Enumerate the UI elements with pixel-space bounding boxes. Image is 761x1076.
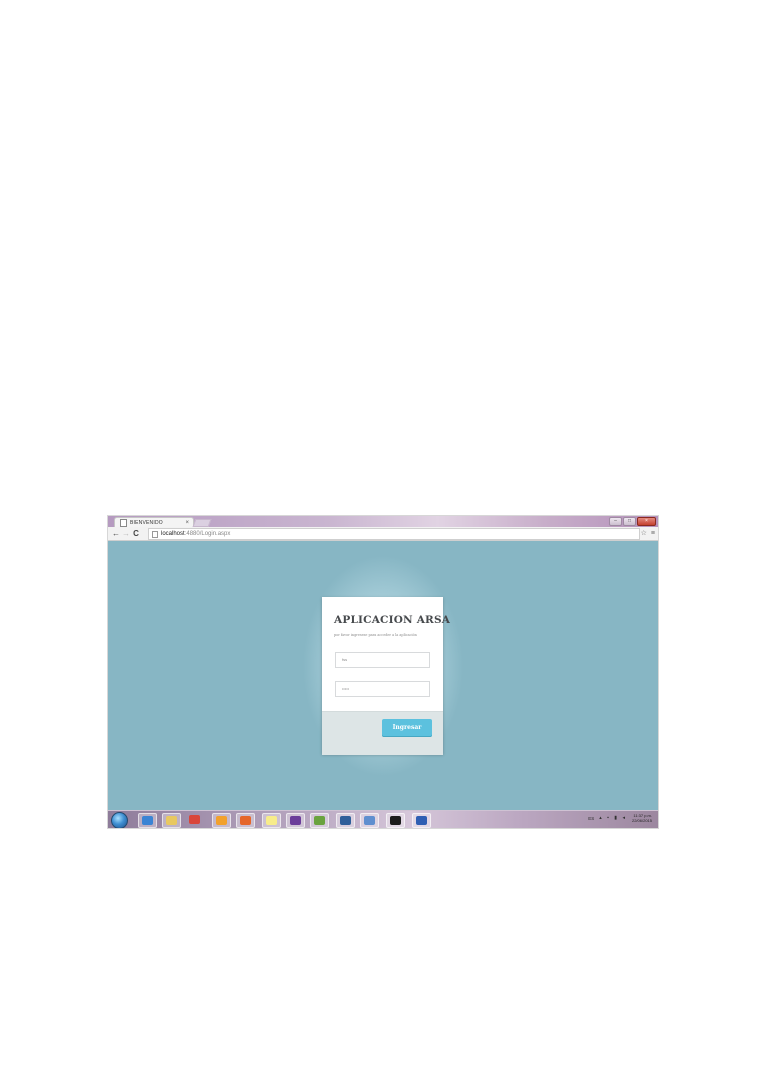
media-player-taskbar-button[interactable] xyxy=(212,813,231,828)
url-path: :4880/Login.aspx xyxy=(184,531,231,537)
url-host: localhost xyxy=(161,531,185,537)
page-icon xyxy=(120,519,127,527)
explorer-icon xyxy=(166,816,177,825)
page-icon xyxy=(152,530,158,538)
ie-taskbar-button[interactable] xyxy=(138,813,157,828)
chrome-icon xyxy=(189,815,200,824)
forward-button[interactable]: → xyxy=(121,527,131,540)
taskbar: ES ▴ ▪ ▮ ◂ 11:37 p.m. 22/06/2015 xyxy=(108,810,658,828)
cmd-icon xyxy=(390,816,401,825)
tab-title: BIENVENIDO xyxy=(130,520,163,526)
cmd-taskbar-button[interactable] xyxy=(386,813,405,828)
minimize-button[interactable]: – xyxy=(609,517,622,526)
reload-button[interactable]: C xyxy=(131,527,141,540)
word-icon xyxy=(416,816,427,825)
visual-studio-icon xyxy=(290,816,301,825)
start-button[interactable] xyxy=(111,812,128,828)
system-tray: ES ▴ ▪ ▮ ◂ 11:37 p.m. 22/06/2015 xyxy=(588,813,652,823)
close-window-button[interactable]: × xyxy=(637,517,656,526)
clock-date: 22/06/2015 xyxy=(631,818,652,823)
username-input[interactable]: fss xyxy=(335,652,430,668)
login-title: APLICACION ARSA xyxy=(334,614,451,626)
menu-icon[interactable]: ≡ xyxy=(651,527,655,540)
clock[interactable]: 11:37 p.m. 22/06/2015 xyxy=(632,813,652,823)
visual-studio-taskbar-button[interactable] xyxy=(286,813,305,828)
password-input[interactable]: ••••• xyxy=(335,681,430,697)
media-player-icon xyxy=(216,816,227,825)
chrome-taskbar-button[interactable] xyxy=(186,813,203,826)
firefox-icon xyxy=(240,816,251,825)
back-button[interactable]: ← xyxy=(111,527,121,540)
tray-icons[interactable]: ▴ ▪ ▮ ◂ xyxy=(599,815,627,821)
remote-desktop-icon xyxy=(364,816,375,825)
new-tab-button[interactable] xyxy=(192,519,212,527)
login-subtitle: por favor ingresese para acceder a la ap… xyxy=(334,633,417,637)
word-taskbar-button[interactable] xyxy=(412,813,431,828)
maximize-button[interactable]: □ xyxy=(623,517,636,526)
tab-strip: BIENVENIDO × – □ × xyxy=(108,516,658,528)
address-bar[interactable]: localhost :4880/Login.aspx xyxy=(148,528,640,540)
project-icon xyxy=(314,816,325,825)
tab-close-icon[interactable]: × xyxy=(185,520,189,526)
ingresar-button[interactable]: Ingresar xyxy=(382,719,432,737)
sticky-notes-taskbar-button[interactable] xyxy=(262,813,281,828)
toolbar-icons: ☆ ≡ xyxy=(641,527,655,540)
project-taskbar-button[interactable] xyxy=(310,813,329,828)
browser-toolbar: ← → C localhost :4880/Login.aspx ☆ ≡ xyxy=(108,527,658,541)
language-indicator[interactable]: ES xyxy=(588,816,594,821)
screenshot-window: BIENVENIDO × – □ × ← → C localhost :4880… xyxy=(108,516,658,828)
firefox-taskbar-button[interactable] xyxy=(236,813,255,828)
bookmark-star-icon[interactable]: ☆ xyxy=(641,527,647,540)
page-content: APLICACION ARSA por favor ingresese para… xyxy=(108,541,658,810)
explorer-taskbar-button[interactable] xyxy=(162,813,181,828)
ie-icon xyxy=(142,816,153,825)
login-card: APLICACION ARSA por favor ingresese para… xyxy=(322,597,450,755)
sql-server-icon xyxy=(340,816,351,825)
window-controls: – □ × xyxy=(609,517,656,526)
sticky-notes-icon xyxy=(266,816,277,825)
remote-desktop-taskbar-button[interactable] xyxy=(360,813,379,828)
sql-server-taskbar-button[interactable] xyxy=(336,813,355,828)
